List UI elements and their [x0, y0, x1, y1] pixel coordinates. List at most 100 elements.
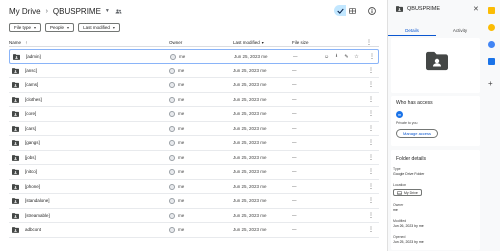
- shared-folder-icon: [12, 198, 19, 204]
- filter-label: People: [50, 25, 65, 30]
- file-modified: Jun 25, 2023 me: [234, 53, 268, 59]
- avatar: [169, 111, 175, 117]
- filter-label: Last modified: [83, 25, 110, 30]
- contacts-icon[interactable]: [488, 58, 495, 65]
- info-icon: [367, 6, 376, 15]
- view-details-button[interactable]: [366, 5, 377, 16]
- shared-people-icon: [115, 8, 122, 13]
- table-row[interactable]: [standalone] me Jun 25, 2023 me — ⋮: [9, 194, 379, 209]
- more-vert-icon[interactable]: ⋮: [368, 226, 374, 233]
- details-title: QBUSPRIME: [407, 6, 441, 12]
- breadcrumb: My Drive › QBUSPRIME ▼: [9, 5, 122, 17]
- drive-icon: [397, 190, 402, 195]
- table-row[interactable]: [cams] me Jun 25, 2023 me — ⋮: [9, 78, 379, 93]
- calendar-icon[interactable]: [488, 7, 495, 14]
- more-vert-icon[interactable]: ⋮: [368, 197, 374, 204]
- filter-last-modified[interactable]: Last modified ▾: [78, 23, 120, 32]
- location-chip[interactable]: My Drive: [393, 189, 422, 196]
- grid-view-button[interactable]: [346, 5, 358, 16]
- table-row[interactable]: [nitco] me Jun 25, 2023 me — ⋮: [9, 165, 379, 180]
- opened-label: Opened: [393, 235, 406, 239]
- more-vert-icon[interactable]: ⋮: [368, 125, 374, 132]
- more-vert-icon[interactable]: ⋮: [368, 212, 374, 219]
- table-row[interactable]: [cars] me Jun 25, 2023 me — ⋮: [9, 122, 379, 136]
- manage-access-button[interactable]: Manage access: [396, 129, 439, 138]
- tab-details[interactable]: Details: [388, 26, 436, 36]
- breadcrumb-root[interactable]: My Drive: [9, 7, 41, 16]
- folder-details-heading: Folder details: [396, 156, 427, 162]
- shared-folder-icon: [396, 6, 403, 12]
- column-last-modified[interactable]: Last modified ▼: [233, 40, 265, 45]
- more-vert-icon[interactable]: ⋮: [368, 154, 374, 161]
- avatar[interactable]: m: [396, 111, 403, 118]
- download-icon[interactable]: ⭳: [333, 53, 340, 60]
- more-vert-icon[interactable]: ⋮: [366, 39, 372, 46]
- table-row[interactable]: [phone] me Jun 25, 2023 me — ⋮: [9, 180, 379, 194]
- avatar: [169, 82, 175, 88]
- column-name[interactable]: Name ↑: [9, 40, 28, 45]
- details-header: QBUSPRIME: [396, 6, 440, 12]
- table-row[interactable]: [admin] me Jun 25, 2023 me — ☺ ⭳ ✎ ☆ ⋮: [9, 49, 379, 64]
- file-size: —: [293, 53, 298, 59]
- shared-folder-icon: [12, 140, 19, 146]
- file-name: [phone]: [25, 183, 41, 189]
- file-owner: me: [179, 53, 186, 59]
- more-vert-icon[interactable]: ⋮: [368, 183, 374, 190]
- table-row[interactable]: [core] me Jun 25, 2023 me — ⋮: [9, 107, 379, 122]
- file-size: —: [292, 82, 297, 88]
- drive-app: My Drive › QBUSPRIME ▼ File type ▾ People…: [0, 0, 500, 251]
- caret-down-icon: ▼: [261, 41, 265, 45]
- table-row[interactable]: adbcont me Jun 25, 2023 me — ⋮: [9, 223, 379, 238]
- table-row[interactable]: [ansc] me Jun 25, 2023 me — ⋮: [9, 64, 379, 78]
- add-icon[interactable]: +: [488, 80, 493, 88]
- keep-icon[interactable]: [488, 24, 495, 31]
- shared-folder-icon: [12, 111, 19, 117]
- chevron-right-icon: ›: [45, 7, 48, 15]
- tab-activity[interactable]: Activity: [436, 26, 484, 36]
- more-vert-icon[interactable]: ⋮: [368, 96, 374, 103]
- sort-arrow-icon: ↑: [25, 40, 28, 45]
- filter-people[interactable]: People ▾: [45, 23, 75, 32]
- file-owner: me: [178, 67, 185, 73]
- more-vert-icon[interactable]: ⋮: [368, 110, 374, 117]
- table-row[interactable]: [gangs] me Jun 25, 2023 me — ⋮: [9, 136, 379, 151]
- filter-file-type[interactable]: File type ▾: [9, 23, 42, 32]
- shared-folder-icon: [12, 227, 19, 233]
- owner-value: me: [393, 208, 398, 212]
- file-name: [jobs]: [25, 154, 36, 160]
- rename-icon[interactable]: ✎: [343, 53, 350, 60]
- file-name: [core]: [25, 111, 37, 117]
- breadcrumb-current[interactable]: QBUSPRIME: [53, 7, 101, 16]
- more-vert-icon[interactable]: ⋮: [368, 139, 374, 146]
- avatar: [169, 212, 175, 219]
- avatar: [169, 67, 175, 74]
- table-row[interactable]: [streamable] me Jun 25, 2023 me — ⋮: [9, 209, 379, 223]
- shared-folder-icon: [12, 67, 19, 74]
- file-owner: me: [178, 227, 185, 233]
- more-vert-icon[interactable]: ⋮: [368, 67, 374, 74]
- more-vert-icon[interactable]: ⋮: [369, 53, 375, 60]
- table-header: Name ↑ Owner Last modified ▼ File size ⋮: [9, 39, 379, 47]
- more-vert-icon[interactable]: ⋮: [368, 81, 374, 88]
- filter-label: File type: [14, 25, 32, 30]
- shared-folder-icon: [12, 82, 19, 88]
- modified-value: Jun 26, 2023 by me: [393, 224, 424, 228]
- avatar: [169, 183, 175, 190]
- close-icon[interactable]: ✕: [473, 5, 479, 13]
- file-modified: Jun 25, 2023 me: [233, 169, 267, 175]
- shared-folder-icon: [12, 212, 19, 219]
- table-row[interactable]: [jobs] me Jun 25, 2023 me — ⋮: [9, 151, 379, 165]
- column-owner[interactable]: Owner: [169, 40, 182, 45]
- star-icon[interactable]: ☆: [353, 53, 360, 60]
- file-size: —: [292, 169, 297, 175]
- more-vert-icon[interactable]: ⋮: [368, 168, 374, 175]
- list-view-button[interactable]: [334, 5, 346, 16]
- file-name: [streamable]: [25, 212, 50, 218]
- share-icon[interactable]: ☺: [323, 53, 330, 60]
- caret-down-icon[interactable]: ▼: [105, 8, 110, 14]
- column-file-size[interactable]: File size: [292, 40, 309, 45]
- table-row[interactable]: [clothes] me Jun 25, 2023 me — ⋮: [9, 93, 379, 107]
- tasks-icon[interactable]: [488, 41, 495, 48]
- preview-card: [391, 38, 480, 93]
- file-name: [standalone]: [25, 198, 50, 204]
